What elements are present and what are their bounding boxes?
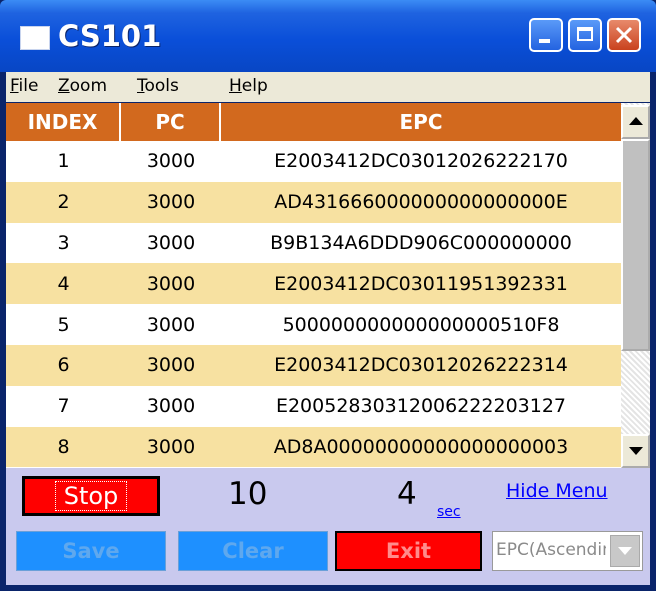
chevron-down-icon[interactable] — [610, 535, 640, 567]
minimize-button[interactable] — [529, 18, 563, 52]
control-panel: Stop 10 4 sec Hide Menu Save Clear Exit … — [6, 468, 650, 585]
time-unit-link[interactable]: sec — [437, 504, 461, 520]
cell-pc: 3000 — [146, 272, 196, 295]
maximize-button[interactable] — [568, 18, 602, 52]
cell-epc: E20052830312006222203127 — [275, 395, 567, 418]
cell-epc: E2003412DC03012026222170 — [274, 150, 568, 173]
menu-tools[interactable]: Tools — [137, 76, 179, 96]
table-row[interactable]: 5 3000 500000000000000000510F8 — [6, 304, 621, 345]
cell-index: 4 — [57, 272, 70, 295]
cell-pc: 3000 — [146, 354, 196, 377]
cell-pc: 3000 — [146, 435, 196, 458]
cell-index: 5 — [57, 313, 70, 336]
menu-file[interactable]: File — [10, 76, 38, 96]
cell-index: 8 — [57, 435, 70, 458]
stop-button[interactable]: Stop — [22, 476, 160, 516]
cell-pc: 3000 — [146, 150, 196, 173]
column-header-index[interactable]: INDEX — [6, 103, 121, 141]
cell-pc: 3000 — [146, 231, 196, 254]
cell-index: 1 — [57, 150, 70, 173]
table-body: 1 3000 E2003412DC03012026222170 2 3000 A… — [6, 141, 621, 468]
scroll-down-button[interactable] — [621, 434, 650, 468]
column-header-pc[interactable]: PC — [121, 103, 221, 141]
cell-index: 2 — [57, 191, 70, 214]
close-icon — [615, 26, 633, 44]
tag-table: INDEX PC EPC 1 3000 E2003412DC0301202622… — [6, 103, 650, 468]
cell-pc: 3000 — [146, 313, 196, 336]
table-row[interactable]: 6 3000 E2003412DC03012026222314 — [6, 344, 621, 386]
cell-epc: E2003412DC03011951392331 — [274, 272, 568, 295]
title-bar[interactable]: CS101 — [0, 0, 656, 72]
cell-epc: AD8A00000000000000000003 — [273, 435, 569, 458]
table-row[interactable]: 7 3000 E20052830312006222203127 — [6, 386, 621, 427]
app-window-icon — [20, 26, 50, 50]
menu-zoom[interactable]: Zoom — [58, 76, 107, 96]
sort-order-value: EPC(Ascending) — [496, 540, 606, 560]
window-title: CS101 — [58, 19, 162, 53]
table-row[interactable]: 4 3000 E2003412DC03011951392331 — [6, 263, 621, 305]
stop-button-label: Stop — [54, 481, 128, 511]
table-row[interactable]: 3 3000 B9B134A6DDD906C000000000 — [6, 223, 621, 264]
cell-epc: 500000000000000000510F8 — [282, 313, 560, 336]
table-row[interactable]: 8 3000 AD8A00000000000000000003 — [6, 426, 621, 468]
hide-menu-link[interactable]: Hide Menu — [506, 480, 608, 502]
cell-epc: AD431666000000000000000E — [274, 191, 568, 214]
table-row[interactable]: 1 3000 E2003412DC03012026222170 — [6, 141, 621, 182]
column-header-epc[interactable]: EPC — [221, 103, 621, 141]
close-button[interactable] — [607, 18, 641, 52]
menu-bar: File Zoom Tools Help — [6, 72, 650, 102]
clear-button[interactable]: Clear — [178, 531, 328, 571]
save-button[interactable]: Save — [16, 531, 166, 571]
vertical-scrollbar[interactable] — [621, 103, 650, 468]
cell-index: 3 — [57, 231, 70, 254]
sort-order-select[interactable]: EPC(Ascending) — [492, 531, 643, 571]
cell-epc: E2003412DC03012026222314 — [274, 354, 568, 377]
tag-count: 10 — [228, 476, 268, 512]
elapsed-time: 4 — [397, 476, 417, 512]
cell-index: 7 — [57, 395, 70, 418]
table-row[interactable]: 2 3000 AD431666000000000000000E — [6, 181, 621, 223]
scrollbar-thumb[interactable] — [621, 139, 650, 351]
cell-pc: 3000 — [146, 191, 196, 214]
cell-index: 6 — [57, 354, 70, 377]
scroll-up-button[interactable] — [621, 105, 650, 139]
cell-pc: 3000 — [146, 395, 196, 418]
exit-button[interactable]: Exit — [335, 531, 482, 571]
app-window: CS101 File Zoom Tools Help INDEX PC EPC … — [0, 0, 656, 591]
cell-epc: B9B134A6DDD906C000000000 — [270, 231, 572, 254]
menu-help[interactable]: Help — [229, 76, 268, 96]
